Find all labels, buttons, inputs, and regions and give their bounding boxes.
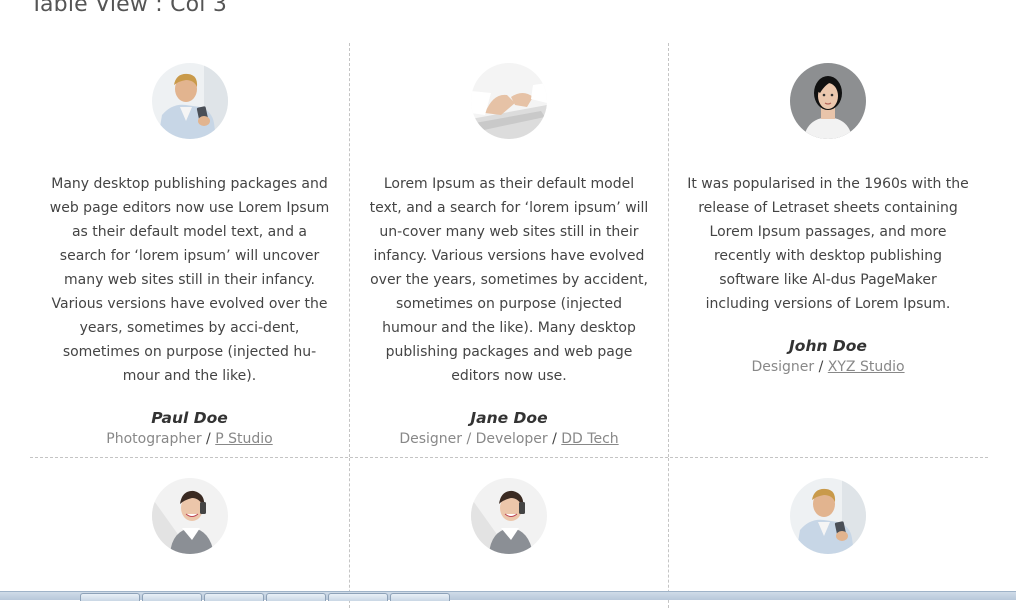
taskbar-button[interactable] xyxy=(142,593,202,601)
avatar xyxy=(151,478,228,554)
man-with-phone-photo-icon xyxy=(790,478,866,554)
author-role: Photographer / P Studio xyxy=(106,431,272,447)
avatar xyxy=(790,63,866,139)
separator: / xyxy=(206,431,211,447)
avatar xyxy=(471,478,547,554)
taskbar-button[interactable] xyxy=(80,593,140,601)
testimonial-grid: Many desktop publishing packages and web… xyxy=(30,43,988,608)
man-with-phone-photo-icon xyxy=(151,63,228,139)
testimonial-card xyxy=(668,458,987,608)
testimonial-row: Many desktop publishing packages and web… xyxy=(30,43,988,458)
woman-on-phone-photo-icon xyxy=(471,478,547,554)
role-text: Designer / Developer xyxy=(399,431,548,447)
company-link[interactable]: P Studio xyxy=(215,431,272,447)
author-name: Paul Doe xyxy=(151,409,228,427)
taskbar-button[interactable] xyxy=(266,593,326,601)
avatar xyxy=(790,478,866,554)
testimonial-card: Lorem Ipsum as their default model text,… xyxy=(349,43,668,457)
testimonial-row xyxy=(30,458,988,608)
author-name: John Doe xyxy=(789,337,867,355)
testimonial-quote: Lorem Ipsum as their default model text,… xyxy=(369,176,649,384)
testimonial-card: Many desktop publishing packages and web… xyxy=(30,43,349,457)
author-role: Designer / XYZ Studio xyxy=(751,359,904,375)
taskbar-button[interactable] xyxy=(390,593,450,601)
taskbar-button[interactable] xyxy=(328,593,388,601)
hands-on-laptop-photo-icon xyxy=(471,63,547,139)
role-text: Designer xyxy=(751,359,815,375)
author-role: Designer / Developer / DD Tech xyxy=(399,431,618,447)
testimonial-card xyxy=(30,458,349,608)
woman-portrait-photo-icon xyxy=(790,63,866,139)
role-text: Photographer xyxy=(106,431,202,447)
testimonial-quote: Many desktop publishing packages and web… xyxy=(49,176,330,384)
testimonial-card xyxy=(349,458,668,608)
testimonial-card: It was popularised in the 1960s with the… xyxy=(668,43,987,457)
taskbar-button[interactable] xyxy=(204,593,264,601)
separator: / xyxy=(818,359,824,375)
avatar xyxy=(151,63,228,139)
author-name: Jane Doe xyxy=(470,409,548,427)
company-link[interactable]: XYZ Studio xyxy=(828,359,905,375)
woman-on-phone-photo-icon xyxy=(151,478,228,554)
separator: / xyxy=(552,431,557,447)
page-title: Table View : Col 3 xyxy=(30,0,228,17)
avatar xyxy=(471,63,547,139)
testimonial-quote: It was popularised in the 1960s with the… xyxy=(687,176,969,312)
company-link[interactable]: DD Tech xyxy=(561,431,618,447)
